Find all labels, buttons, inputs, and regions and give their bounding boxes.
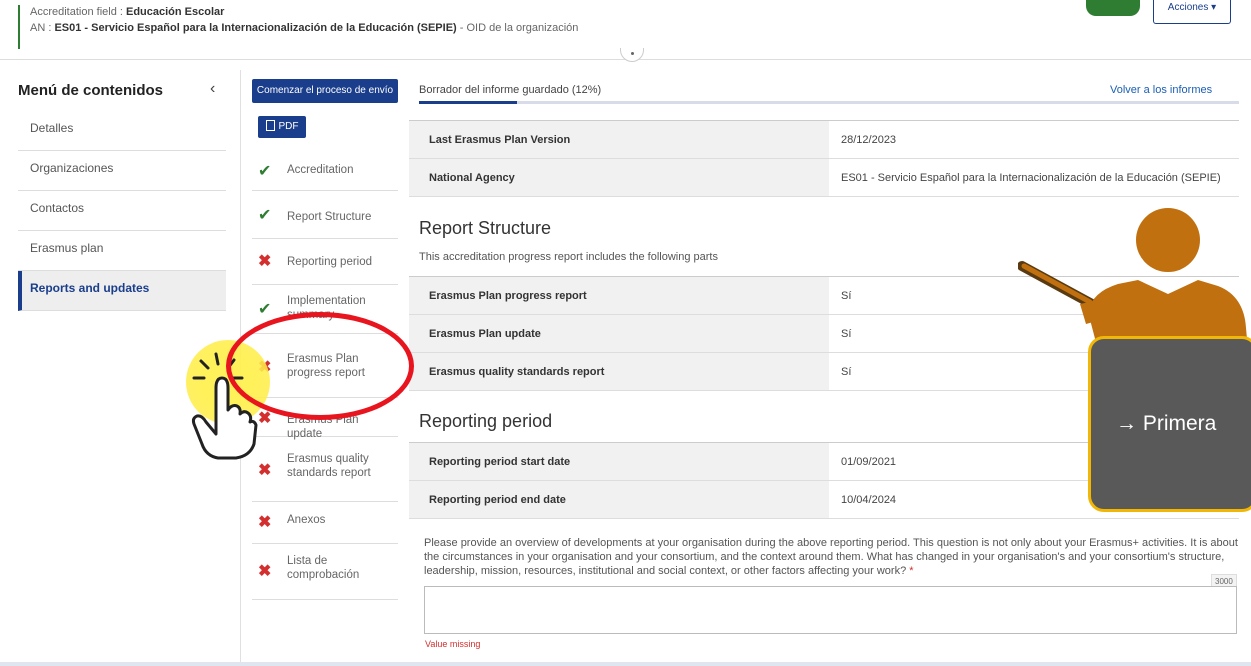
sidebar-item-detalles[interactable]: Detalles xyxy=(18,111,226,151)
row-value: Sí xyxy=(841,290,852,302)
row-label: Last Erasmus Plan Version xyxy=(409,121,829,158)
row-value: ES01 - Servicio Español para la Internac… xyxy=(841,172,1221,184)
actions-button[interactable]: Acciones ▾ xyxy=(1153,0,1231,24)
row-label: Reporting period start date xyxy=(409,443,829,480)
back-to-reports-link[interactable]: Volver a los informes xyxy=(1110,84,1212,96)
sidebar-item-reports-and-updates[interactable]: Reports and updates xyxy=(18,271,226,311)
highlight-ellipse xyxy=(226,312,414,420)
step-label: Reporting period xyxy=(287,256,373,268)
step-label: Report Structure xyxy=(287,211,372,223)
row-value: Sí xyxy=(841,328,852,340)
step-label: Lista de comprobación xyxy=(287,555,360,581)
sidebar-item-contactos[interactable]: Contactos xyxy=(18,191,226,231)
error-x-icon: ✖ xyxy=(258,563,272,580)
error-x-icon: ✖ xyxy=(258,253,272,270)
row-label: Erasmus Plan update xyxy=(409,315,829,352)
step-anexos[interactable]: ✖ Anexos xyxy=(252,502,398,544)
overview-textarea[interactable] xyxy=(424,586,1237,634)
presenter-icon xyxy=(1018,208,1248,350)
start-submission-button[interactable]: Comenzar el proceso de envío xyxy=(252,79,398,103)
row-value: 28/12/2023 xyxy=(841,134,897,146)
step-label: Accreditation xyxy=(287,164,354,176)
row-value: 01/09/2021 xyxy=(841,456,897,468)
error-x-icon: ✖ xyxy=(258,462,272,479)
row-value: 10/04/2024 xyxy=(841,494,897,506)
sidebar-item-erasmus-plan[interactable]: Erasmus plan xyxy=(18,231,226,271)
check-icon: ✔ xyxy=(258,163,272,180)
check-icon: ✔ xyxy=(258,207,272,224)
report-structure-subtitle: This accreditation progress report inclu… xyxy=(419,251,718,263)
table-row: National Agency ES01 - Servicio Español p… xyxy=(409,159,1239,197)
callout-text: → Primera xyxy=(1116,412,1217,435)
menu-title: Menú de contenidos xyxy=(18,82,164,99)
check-icon: ✔ xyxy=(258,301,272,318)
error-message: Value missing xyxy=(425,639,481,649)
required-mark: * xyxy=(909,565,914,577)
chevron-left-icon[interactable]: ‹ xyxy=(210,80,215,98)
table-row: Last Erasmus Plan Version 28/12/2023 xyxy=(409,121,1239,159)
row-label: Erasmus quality standards report xyxy=(409,353,829,390)
step-report-structure[interactable]: ✔ Report Structure xyxy=(252,193,398,239)
progress-bar xyxy=(419,101,1239,104)
sidebar-item-organizaciones[interactable]: Organizaciones xyxy=(18,151,226,191)
accreditation-field: Accreditation field : Educación Escolar xyxy=(30,6,225,18)
report-structure-title: Report Structure xyxy=(419,218,552,238)
step-erasmus-quality-standards-report[interactable]: ✖ Erasmus quality standards report xyxy=(252,440,398,502)
overview-question: Please provide an overview of developmen… xyxy=(424,537,1238,577)
reporting-period-title: Reporting period xyxy=(419,411,553,431)
step-label: Anexos xyxy=(287,514,326,526)
info-table: Last Erasmus Plan Version 28/12/2023 Natio… xyxy=(409,120,1239,197)
draft-status: Borrador del informe guardado (12%) xyxy=(419,84,602,96)
step-lista-de-comprobaci-n[interactable]: ✖ Lista de comprobación xyxy=(252,544,398,600)
pdf-button[interactable]: PDF xyxy=(258,116,306,138)
error-x-icon: ✖ xyxy=(258,514,272,531)
header-accent-bar xyxy=(18,5,20,49)
step-reporting-period[interactable]: ✖ Reporting period xyxy=(252,239,398,285)
bottom-bar xyxy=(0,662,1251,666)
row-value: Sí xyxy=(841,366,852,378)
progress-fill xyxy=(419,101,518,104)
national-agency-line: AN : ES01 - Servicio Español para la Int… xyxy=(30,22,579,34)
row-label: Erasmus Plan progress report xyxy=(409,277,829,314)
row-label: Reporting period end date xyxy=(409,481,829,518)
step-accreditation[interactable]: ✔ Accreditation xyxy=(252,153,398,191)
step-label: Erasmus quality standards report xyxy=(287,453,371,479)
page-header: Accreditation field : Educación Escolar … xyxy=(0,0,1251,62)
status-pill[interactable] xyxy=(1086,0,1140,16)
pdf-icon xyxy=(265,120,275,131)
row-label: National Agency xyxy=(409,159,829,196)
error-x-icon: ✖ xyxy=(258,410,272,427)
